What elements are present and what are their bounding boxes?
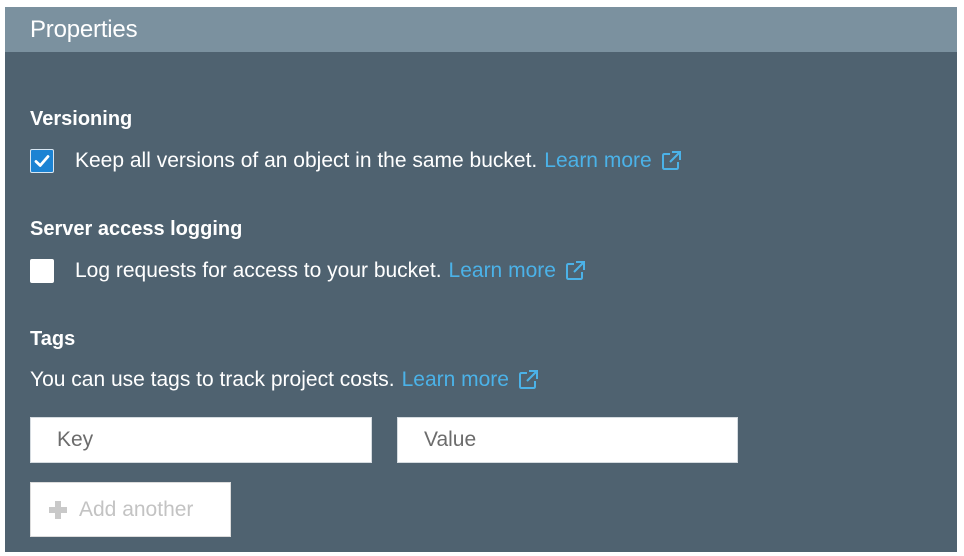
tags-description: You can use tags to track project costs. [30, 368, 395, 391]
tags-title: Tags [30, 328, 76, 350]
panel-title: Properties [30, 16, 138, 43]
plus-icon [49, 500, 67, 519]
versioning-checkbox[interactable] [30, 149, 54, 173]
external-link-icon [661, 151, 681, 170]
tags-description-row: You can use tags to track project costs.… [30, 365, 539, 395]
learn-more-label: Learn more [401, 368, 509, 391]
logging-learn-more-link[interactable]: Learn more [449, 259, 586, 283]
add-another-button[interactable]: Add another [30, 482, 231, 537]
tags-learn-more-link[interactable]: Learn more [402, 368, 539, 392]
versioning-row: Keep all versions of an object in the sa… [30, 146, 682, 176]
learn-more-label: Learn more [544, 149, 652, 172]
external-link-icon [518, 370, 538, 389]
logging-checkbox[interactable] [30, 259, 54, 283]
tag-key-input[interactable] [30, 417, 372, 463]
logging-title: Server access logging [30, 218, 243, 240]
logging-description: Log requests for access to your bucket. [75, 259, 442, 282]
checkmark-icon [34, 155, 50, 167]
versioning-learn-more-link[interactable]: Learn more [544, 149, 681, 173]
versioning-title: Versioning [30, 108, 133, 130]
add-another-label: Add another [79, 497, 194, 521]
versioning-description: Keep all versions of an object in the sa… [75, 149, 538, 172]
learn-more-label: Learn more [448, 259, 556, 282]
panel-header: Properties [5, 7, 957, 52]
logging-row: Log requests for access to your bucket. … [30, 256, 586, 286]
tag-value-input[interactable] [397, 417, 738, 463]
external-link-icon [565, 261, 585, 280]
properties-panel: Properties Versioning Keep all versions … [5, 7, 957, 552]
